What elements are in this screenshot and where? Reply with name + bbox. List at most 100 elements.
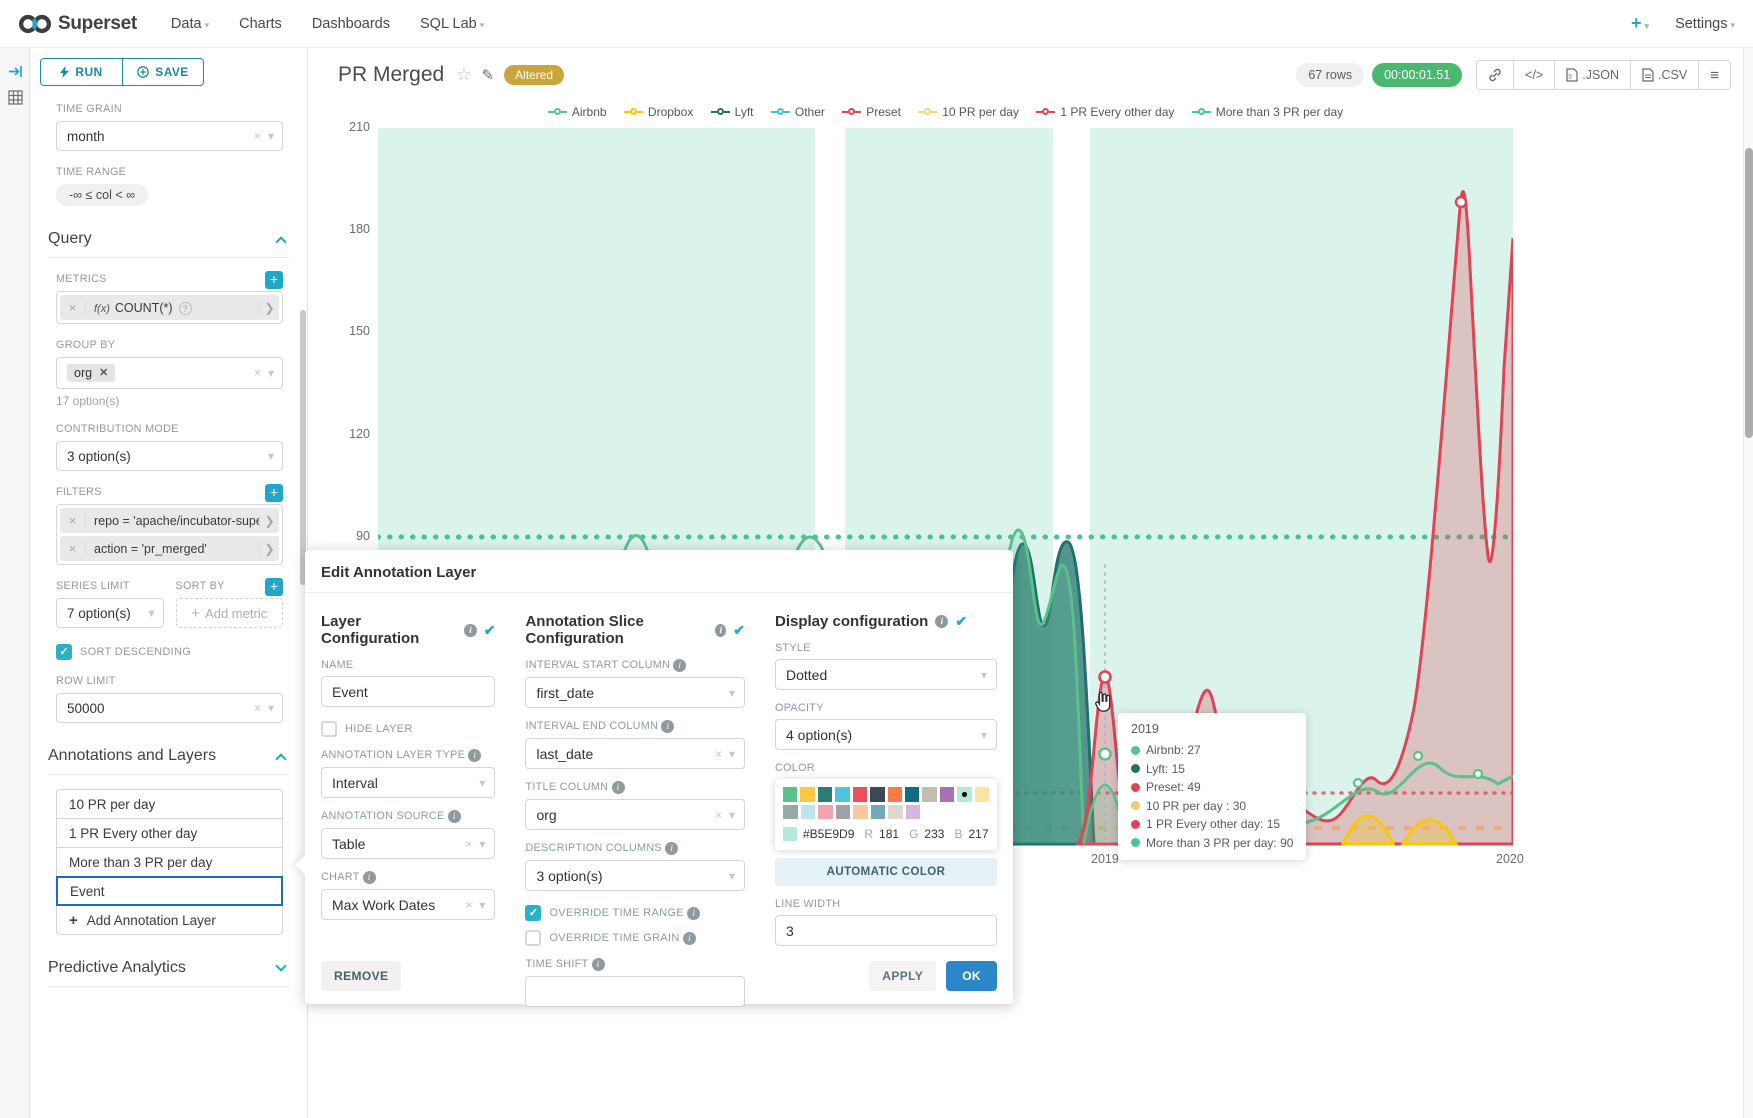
name-input[interactable] [321, 676, 495, 707]
override-time-grain-checkbox[interactable] [525, 930, 541, 946]
override-time-range-checkbox[interactable]: ✓ [525, 905, 541, 921]
annotations-section-header[interactable]: Annotations and Layers [48, 747, 289, 775]
remove-icon[interactable]: × [60, 541, 86, 556]
annotation-layer-type-select[interactable]: Interval ▾ [321, 767, 495, 798]
new-item-button[interactable]: +▾ [1631, 13, 1649, 34]
color-swatch[interactable] [783, 805, 798, 820]
clear-icon[interactable]: × [715, 808, 722, 822]
share-link-button[interactable] [1477, 61, 1513, 89]
query-section-header[interactable]: Query [48, 230, 289, 258]
color-swatch[interactable] [906, 805, 921, 820]
export-csv-button[interactable]: .CSV [1630, 61, 1698, 89]
time-range-pill[interactable]: -∞ ≤ col < ∞ [56, 184, 148, 206]
clear-icon[interactable]: × [465, 898, 472, 912]
filter-chip[interactable]: × repo = 'apache/incubator-supers... ❯ [60, 508, 279, 533]
clear-icon[interactable]: × [254, 366, 261, 380]
remove-icon[interactable]: ✕ [99, 366, 108, 380]
interval-start-select[interactable]: first_date ▾ [525, 677, 745, 708]
annotation-layer-item[interactable]: 1 PR Every other day [56, 818, 283, 848]
run-button[interactable]: RUN [41, 59, 122, 85]
annotation-source-select[interactable]: Table × ▾ [321, 828, 495, 859]
scrollbar-thumb[interactable] [1745, 148, 1753, 438]
color-swatch[interactable] [888, 787, 902, 802]
nav-charts[interactable]: Charts [239, 16, 282, 32]
edit-properties-icon[interactable]: ✎ [481, 66, 494, 84]
export-json-button[interactable]: {} .JSON [1554, 61, 1630, 89]
color-swatch[interactable] [835, 787, 849, 802]
color-swatch[interactable] [870, 787, 884, 802]
info-icon[interactable]: i [683, 932, 696, 945]
group-by-select[interactable]: org✕ × ▾ [56, 357, 283, 389]
row-limit-select[interactable]: 50000 × ▾ [56, 693, 283, 723]
hide-layer-checkbox[interactable] [321, 721, 337, 737]
apply-button[interactable]: APPLY [869, 961, 936, 991]
add-metric-button[interactable]: + [265, 271, 283, 289]
info-icon[interactable]: i [665, 842, 678, 855]
info-icon[interactable]: i [935, 615, 948, 628]
info-icon[interactable]: i [612, 781, 625, 794]
collapse-panel-icon[interactable] [0, 58, 30, 84]
chevron-right-icon[interactable]: ❯ [259, 514, 279, 528]
info-icon[interactable]: i [661, 720, 674, 733]
automatic-color-button[interactable]: AUTOMATIC COLOR [775, 858, 997, 886]
time-grain-select[interactable]: month × ▾ [56, 121, 283, 151]
view-query-button[interactable]: </> [1513, 61, 1554, 89]
info-icon[interactable]: i [448, 810, 461, 823]
color-swatch[interactable] [818, 805, 833, 820]
save-button[interactable]: SAVE [122, 59, 203, 85]
series-limit-select[interactable]: 7 option(s) ▾ [56, 598, 164, 628]
legend-item[interactable]: Dropbox [624, 105, 693, 119]
legend-item[interactable]: 1 PR Every other day [1036, 105, 1174, 119]
add-sort-metric-button[interactable]: + [265, 578, 283, 596]
chevron-right-icon[interactable]: ❯ [259, 301, 279, 315]
color-swatch[interactable] [905, 787, 919, 802]
chevron-right-icon[interactable]: ❯ [259, 542, 279, 556]
color-swatch[interactable] [800, 787, 814, 802]
info-icon[interactable]: i [673, 659, 686, 672]
predictive-section-header[interactable]: Predictive Analytics [48, 959, 289, 987]
nav-sql-lab[interactable]: SQL Lab▾ [420, 16, 484, 32]
clear-icon[interactable]: × [254, 701, 261, 715]
info-icon[interactable]: i [468, 749, 481, 762]
color-swatch[interactable] [783, 787, 797, 802]
sort-descending-checkbox[interactable]: ✓ [56, 644, 72, 660]
annotation-layer-item[interactable]: More than 3 PR per day [56, 847, 283, 877]
group-by-chip[interactable]: org✕ [67, 364, 115, 382]
settings-menu[interactable]: Settings▾ [1675, 16, 1735, 32]
info-icon[interactable]: i [687, 907, 700, 920]
panel-scrollbar-thumb[interactable] [300, 310, 306, 585]
contribution-mode-select[interactable]: 3 option(s) ▾ [56, 441, 283, 471]
nav-dashboards[interactable]: Dashboards [312, 16, 390, 32]
favorite-star-icon[interactable]: ☆ [456, 65, 471, 85]
remove-icon[interactable]: × [60, 300, 86, 315]
color-swatch[interactable] [853, 805, 868, 820]
description-columns-select[interactable]: 3 option(s) ▾ [525, 860, 745, 891]
clear-icon[interactable]: × [715, 747, 722, 761]
color-swatch[interactable] [836, 805, 851, 820]
legend-item[interactable]: Airbnb [548, 105, 607, 119]
chart-select[interactable]: Max Work Dates × ▾ [321, 889, 495, 920]
color-swatch[interactable] [871, 805, 886, 820]
legend-item[interactable]: Preset [842, 105, 901, 119]
sort-by-add-metric[interactable]: +Add metric [176, 598, 284, 628]
legend-item[interactable]: Lyft [711, 105, 754, 119]
r-value[interactable]: 181 [879, 827, 899, 841]
info-icon[interactable]: i [363, 871, 376, 884]
opacity-select[interactable]: 4 option(s) ▾ [775, 719, 997, 750]
legend-item[interactable]: More than 3 PR per day [1192, 105, 1343, 119]
color-swatch[interactable] [922, 787, 936, 802]
nav-data[interactable]: Data▾ [171, 16, 209, 32]
metric-chip[interactable]: × f(x)COUNT(*)? ❯ [60, 295, 279, 320]
color-swatch[interactable] [801, 805, 816, 820]
superset-logo[interactable]: Superset [18, 12, 137, 36]
chart-menu-button[interactable]: ≡ [1698, 61, 1730, 89]
title-column-select[interactable]: org × ▾ [525, 799, 745, 830]
legend-item[interactable]: Other [771, 105, 825, 119]
filter-chip[interactable]: × action = 'pr_merged' ❯ [60, 536, 279, 561]
ok-button[interactable]: OK [946, 961, 997, 991]
info-icon[interactable]: i [715, 624, 726, 637]
color-swatch-selected[interactable] [957, 787, 971, 802]
legend-item[interactable]: 10 PR per day [918, 105, 1019, 119]
annotation-layer-item-selected[interactable]: Event [56, 876, 283, 906]
color-swatch[interactable] [818, 787, 832, 802]
